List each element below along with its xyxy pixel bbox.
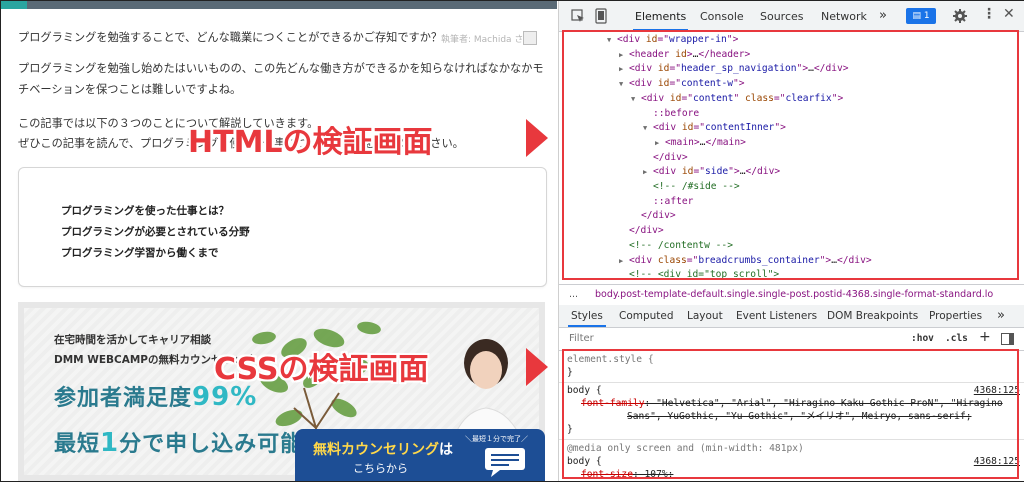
tab-computed[interactable]: Computed (619, 310, 674, 322)
breadcrumb-ellipsis[interactable]: ... (569, 285, 578, 305)
css-annotation-label: CSSの検証画面 (214, 352, 429, 387)
inspect-element-icon[interactable] (571, 9, 585, 23)
chat-icon (485, 448, 525, 477)
tab-sources[interactable]: Sources (760, 10, 804, 23)
top-bar-accent (1, 1, 27, 9)
intro-paragraph-2b: チベーションを保つことは難しいですよね。 (18, 83, 242, 96)
intro-paragraph-2a: プログラミングを勉強し始めたはいいものの、この先どんな働き方ができるかを知らなけ… (18, 62, 544, 75)
banner-speed: 最短1分で申し込み可能 (54, 426, 303, 458)
counseling-cta-button[interactable]: 無料カウンセリングは こちらから ＼最短１分で完了／ (295, 429, 545, 481)
devtools-tab-bar: Elements Console Sources Network » ▤ 1 ⋮… (559, 1, 1024, 32)
cta-sub-text: こちらから (353, 462, 408, 475)
tab-event-listeners[interactable]: Event Listeners (736, 310, 817, 322)
tab-elements[interactable]: Elements (632, 10, 689, 31)
dom-breadcrumb: ... body.post-template-default.single.si… (559, 284, 1024, 306)
author-label: 執筆者: Machida さん (441, 35, 533, 45)
toc-item[interactable]: プログラミングが必要とされている分野 (61, 222, 250, 243)
avatar (523, 31, 537, 45)
tab-network[interactable]: Network (821, 10, 867, 23)
table-of-contents: プログラミングを使った仕事とは？ プログラミングが必要とされている分野 プログラ… (18, 167, 547, 287)
kebab-menu-icon[interactable]: ⋮ (982, 6, 996, 22)
tab-layout[interactable]: Layout (687, 310, 723, 322)
cta-main-text: 無料カウンセリングは (313, 439, 453, 459)
intro-paragraph-1: プログラミングを勉強することで、どんな職業につくことができるかご存知ですか？ (18, 31, 443, 44)
web-page: プログラミングを勉強することで、どんな職業につくことができるかご存知ですか？ 執… (1, 1, 557, 481)
css-highlight-box (562, 349, 1019, 479)
cls-toggle[interactable]: .cls (945, 333, 968, 344)
styles-filter-bar: Filter :hov .cls + (559, 328, 1024, 351)
html-arrow-icon (526, 119, 548, 157)
new-rule-button[interactable]: + (979, 329, 991, 345)
toc-item[interactable]: プログラミング学習から働くまで (61, 243, 250, 264)
breadcrumb-body[interactable]: body.post-template-default.single.single… (595, 285, 993, 305)
close-icon[interactable]: ✕ (1003, 6, 1015, 22)
cta-badge: ＼最短１分で完了／ (465, 435, 528, 443)
banner-speed-value: 1 (100, 428, 120, 458)
html-highlight-box (562, 30, 1019, 280)
cta-ha: は (439, 442, 453, 458)
banner-speed-post: 分で申し込み可能 (119, 432, 304, 457)
issues-count: 1 (923, 11, 930, 21)
banner-line-1: 在宅時間を活かしてキャリア相談 (54, 334, 212, 346)
tab-dom-breakpoints[interactable]: DOM Breakpoints (827, 310, 918, 322)
cta-main-label: 無料カウンセリング (313, 442, 439, 458)
banner-satisfaction-label: 参加者満足度 (54, 386, 193, 411)
tab-properties[interactable]: Properties (929, 310, 982, 322)
more-tabs-button[interactable]: » (879, 8, 887, 23)
toc-item[interactable]: プログラミングを使った仕事とは？ (61, 201, 250, 222)
styles-tab-bar: Styles Computed Layout Event Listeners D… (559, 305, 1024, 328)
html-annotation-label: HTMLの検証画面 (188, 125, 433, 160)
page-top-bar (1, 1, 557, 9)
gear-icon[interactable] (953, 9, 967, 23)
banner-speed-pre: 最短 (54, 432, 101, 457)
toggle-sidebar-icon[interactable] (1001, 333, 1014, 345)
tab-styles[interactable]: Styles (568, 310, 606, 327)
hov-toggle[interactable]: :hov (911, 333, 934, 344)
css-arrow-icon (526, 348, 548, 386)
more-subtabs-button[interactable]: » (997, 308, 1005, 323)
tab-console[interactable]: Console (700, 10, 744, 23)
filter-input[interactable]: Filter (569, 333, 594, 344)
device-toolbar-icon[interactable] (595, 8, 607, 24)
message-icon: ▤ (912, 11, 924, 21)
issues-badge[interactable]: ▤ 1 (906, 8, 936, 24)
